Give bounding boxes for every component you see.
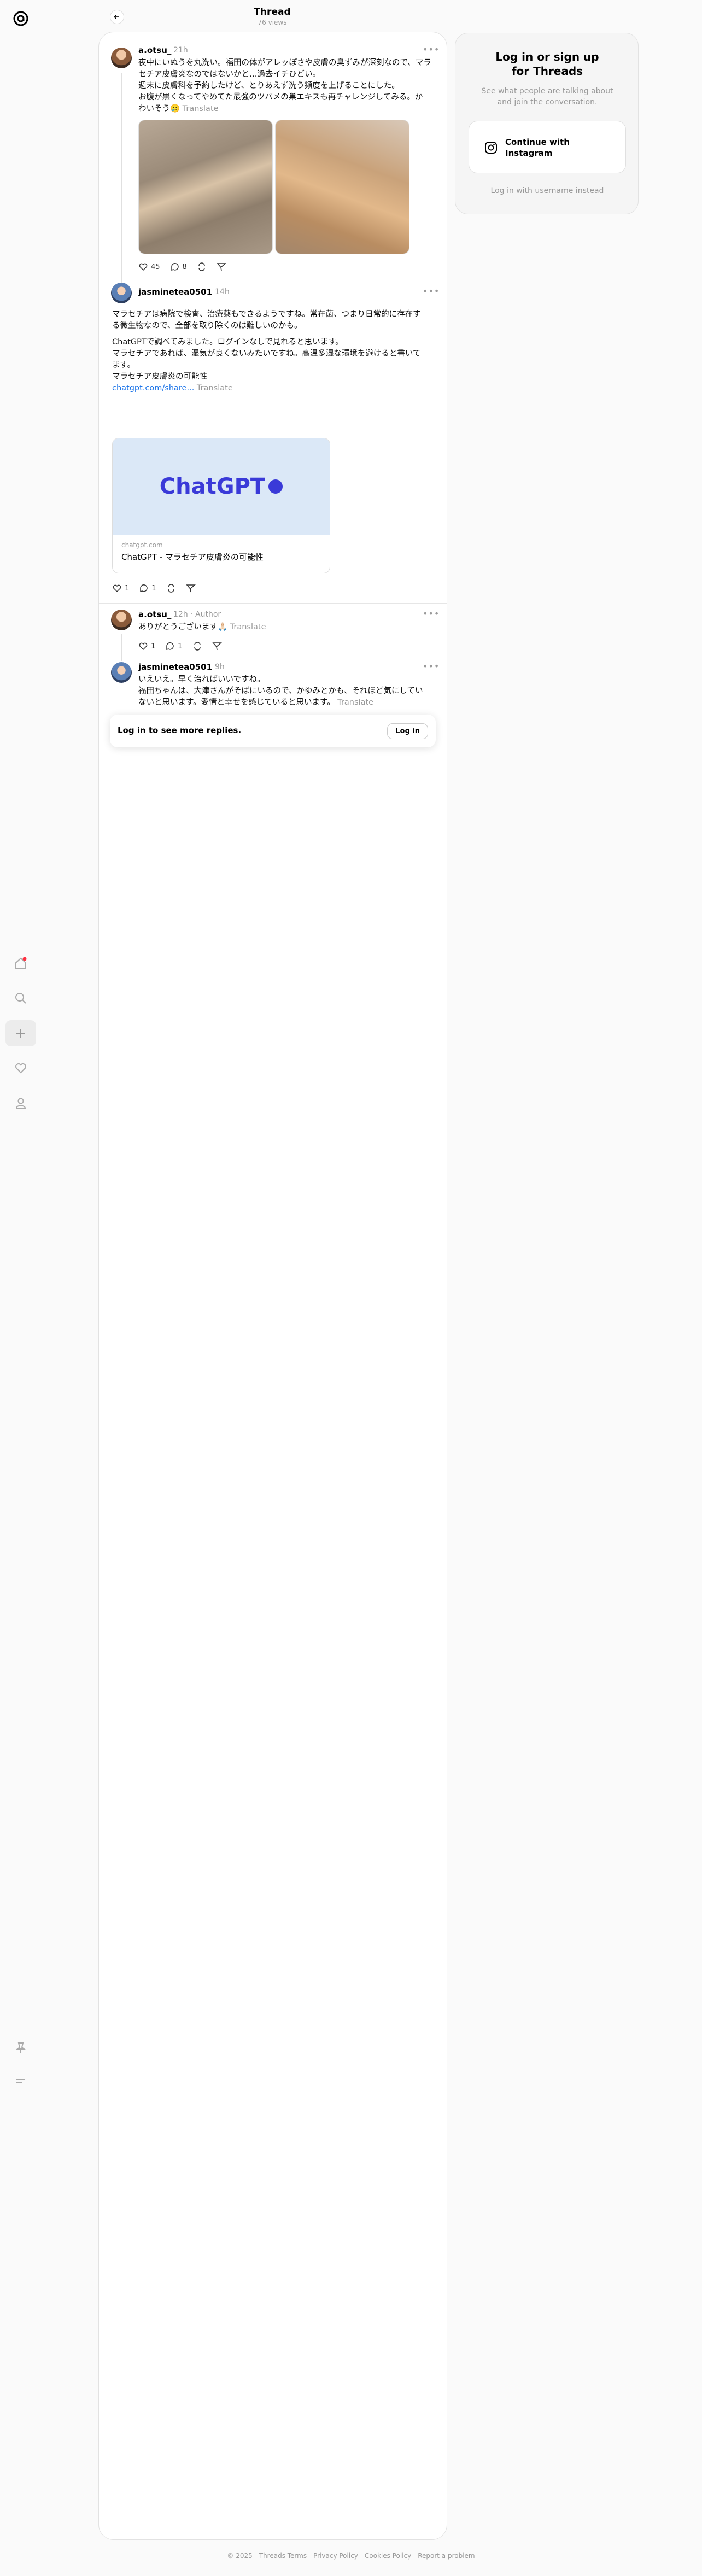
continue-with-instagram-button[interactable]: Continue with Instagram: [469, 121, 626, 173]
more-options-icon[interactable]: •••: [423, 608, 440, 619]
instagram-icon: [485, 142, 497, 154]
comment-icon: [166, 642, 174, 651]
post-actions: 1 1: [112, 583, 196, 593]
plus-icon[interactable]: [5, 1020, 36, 1046]
share-button[interactable]: [185, 583, 196, 593]
login-prompt-text: Log in to see more replies.: [118, 725, 242, 735]
log-in-button[interactable]: Log in: [387, 723, 428, 739]
search-icon[interactable]: [5, 985, 36, 1011]
heart-icon: [113, 584, 121, 593]
comment-icon: [140, 584, 148, 593]
author-badge: Author: [195, 610, 221, 619]
send-icon: [212, 642, 222, 651]
footer: © 2025 Threads Terms Privacy Policy Cook…: [0, 2552, 702, 2560]
thread-line: [121, 634, 122, 661]
left-nav-rail: [0, 0, 42, 2576]
more-options-icon[interactable]: •••: [423, 286, 440, 296]
post-username[interactable]: a.otsu_: [138, 45, 171, 55]
post-actions: 45 8: [138, 262, 226, 272]
share-button[interactable]: [212, 641, 222, 651]
like-button[interactable]: 45: [138, 262, 160, 272]
like-button[interactable]: 1: [138, 641, 155, 651]
person-icon[interactable]: [5, 1090, 36, 1116]
share-button[interactable]: [217, 262, 226, 272]
page-title: Thread: [254, 7, 291, 17]
username-login-link[interactable]: Log in with username instead: [455, 186, 639, 195]
instagram-button-label: Continue with Instagram: [505, 137, 570, 158]
copyright: © 2025: [227, 2552, 253, 2560]
post-time: 9h: [215, 663, 225, 671]
post-photo-2[interactable]: [275, 120, 410, 254]
post-actions: 1 1: [138, 641, 222, 651]
threads-logo-icon[interactable]: [10, 8, 32, 30]
avatar[interactable]: [111, 662, 132, 683]
menu-icon[interactable]: [5, 2068, 36, 2094]
avatar[interactable]: [111, 283, 132, 303]
repost-icon: [194, 642, 201, 651]
reply-button[interactable]: 1: [165, 641, 183, 651]
view-count: 76 views: [258, 19, 287, 26]
privacy-link[interactable]: Privacy Policy: [313, 2552, 358, 2560]
post-body: ありがとうございます🙏🏻 Translate: [138, 623, 266, 631]
home-icon[interactable]: [5, 950, 36, 976]
more-options-icon[interactable]: •••: [423, 44, 440, 55]
thread-line: [121, 73, 122, 302]
avatar[interactable]: [111, 610, 132, 630]
translate-link[interactable]: Translate: [197, 384, 233, 393]
login-panel-title: Log in or sign up for Threads: [495, 50, 599, 78]
post-time: 21h: [173, 46, 188, 55]
card-image: ChatGPT: [113, 438, 330, 535]
chatgpt-share-link[interactable]: chatgpt.com/share...: [112, 384, 194, 393]
heart-icon: [139, 263, 148, 271]
heart-icon[interactable]: [5, 1055, 36, 1081]
post-body: いえいえ。早く治ればいいですね。 福田ちゃんは、大津さんがそばにいるので、かゆみ…: [138, 675, 423, 707]
thread-column: a.otsu_ 21h ••• 夜中にいぬうを丸洗い。福田の体がアレッぽさや皮膚…: [98, 32, 447, 2540]
divider: [99, 603, 447, 604]
more-options-icon[interactable]: •••: [423, 661, 440, 671]
post-username[interactable]: a.otsu_: [138, 610, 171, 619]
cookies-link[interactable]: Cookies Policy: [365, 2552, 411, 2560]
login-panel: Log in or sign up for Threads See what p…: [455, 33, 639, 214]
repost-button[interactable]: [192, 641, 202, 651]
send-icon: [185, 584, 196, 593]
translate-link[interactable]: Translate: [337, 698, 373, 707]
post-time: 14h: [215, 288, 230, 296]
send-icon: [217, 263, 226, 271]
card-domain: chatgpt.com: [121, 541, 163, 549]
comment-icon: [171, 263, 179, 271]
dot-icon: [268, 479, 283, 494]
card-title: ChatGPT - マラセチア皮膚炎の可能性: [121, 552, 264, 562]
like-button[interactable]: 1: [112, 583, 129, 593]
repost-button[interactable]: [197, 262, 207, 272]
link-preview-card[interactable]: ChatGPT chatgpt.com ChatGPT - マラセチア皮膚炎の可…: [112, 438, 330, 573]
translate-link[interactable]: Translate: [183, 104, 219, 113]
report-link[interactable]: Report a problem: [418, 2552, 475, 2560]
repost-icon: [167, 584, 174, 593]
reply-button[interactable]: 8: [170, 262, 187, 272]
post-photo-1[interactable]: [138, 120, 273, 254]
login-panel-subtitle: See what people are talking about and jo…: [481, 87, 613, 107]
repost-button[interactable]: [166, 583, 176, 593]
login-prompt-bar: Log in to see more replies. Log in: [110, 715, 436, 747]
translate-link[interactable]: Translate: [230, 623, 266, 631]
repost-icon: [198, 262, 205, 271]
post-username[interactable]: jasminetea0501: [138, 287, 212, 297]
post-body: マラセチアは病院で検査、治療薬もできるようですね。常在菌、つまり日常的に存在す …: [112, 310, 421, 393]
avatar[interactable]: [111, 48, 132, 68]
pin-icon[interactable]: [5, 2035, 36, 2061]
terms-link[interactable]: Threads Terms: [259, 2552, 307, 2560]
post-time: 12h · Author: [173, 610, 221, 619]
post-username[interactable]: jasminetea0501: [138, 662, 212, 672]
post-body: 夜中にいぬうを丸洗い。福田の体がアレッぽさや皮膚の臭ずみが深刻なので、マラ セチ…: [138, 58, 431, 113]
heart-icon: [139, 642, 148, 651]
reply-button[interactable]: 1: [139, 583, 156, 593]
